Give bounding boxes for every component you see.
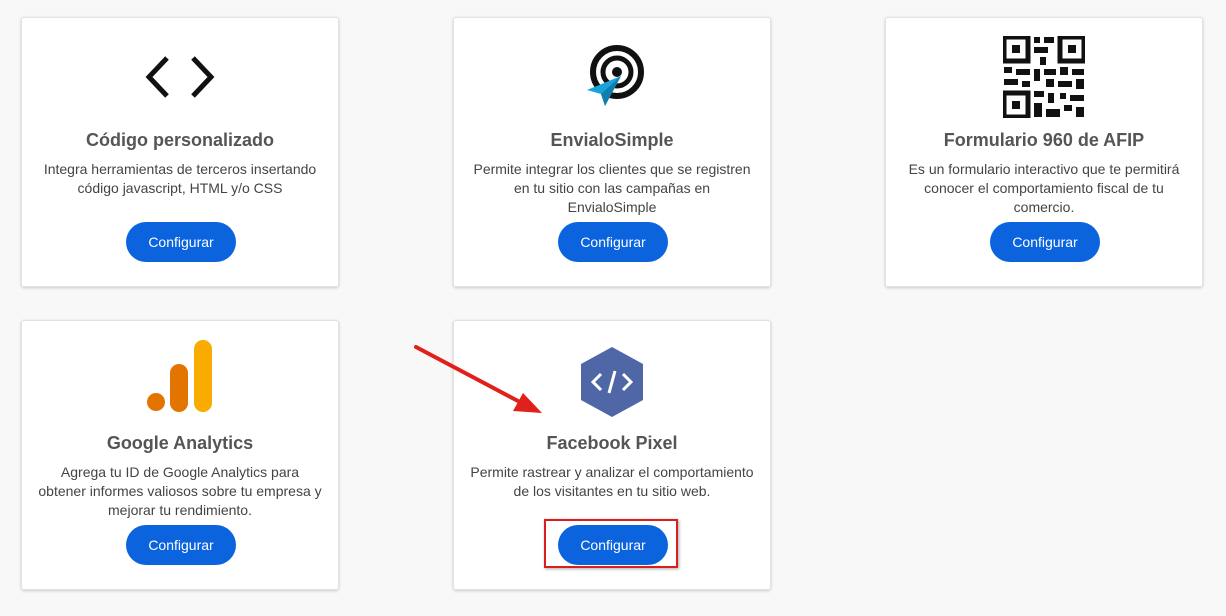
- card-title: Google Analytics: [106, 433, 254, 453]
- integration-card-envialosimple: EnvialoSimple Permite integrar los clien…: [453, 17, 771, 287]
- card-description: Permite rastrear y analizar el comportam…: [470, 464, 754, 499]
- card-description: Permite integrar los clientes que se reg…: [473, 161, 751, 215]
- configurar-button[interactable]: Configurar: [126, 222, 236, 262]
- code-hexagon-icon: [454, 339, 770, 425]
- integration-card-codigo-personalizado: Código personalizado Integra herramienta…: [21, 17, 339, 287]
- card-title: Código personalizado: [85, 130, 274, 150]
- qr-code-icon: [886, 34, 1202, 120]
- card-description: Es un formulario interactivo que te perm…: [908, 161, 1180, 215]
- configurar-button[interactable]: Configurar: [558, 222, 668, 262]
- card-description: Integra herramientas de terceros inserta…: [43, 161, 317, 196]
- annotation-highlight-box: [544, 519, 678, 568]
- integration-card-formulario-960-afip: Formulario 960 de AFIP Es un formulario …: [885, 17, 1203, 287]
- paper-plane-target-icon: [454, 34, 770, 120]
- card-title: Facebook Pixel: [546, 433, 678, 453]
- code-brackets-icon: [22, 34, 338, 120]
- card-description: Agrega tu ID de Google Analytics para ob…: [38, 464, 322, 518]
- configurar-button[interactable]: Configurar: [126, 525, 236, 565]
- integration-card-google-analytics: Google Analytics Agrega tu ID de Google …: [21, 320, 339, 590]
- card-title: Formulario 960 de AFIP: [943, 130, 1145, 150]
- analytics-bars-icon: [22, 333, 338, 419]
- card-title: EnvialoSimple: [550, 130, 674, 150]
- configurar-button[interactable]: Configurar: [990, 222, 1100, 262]
